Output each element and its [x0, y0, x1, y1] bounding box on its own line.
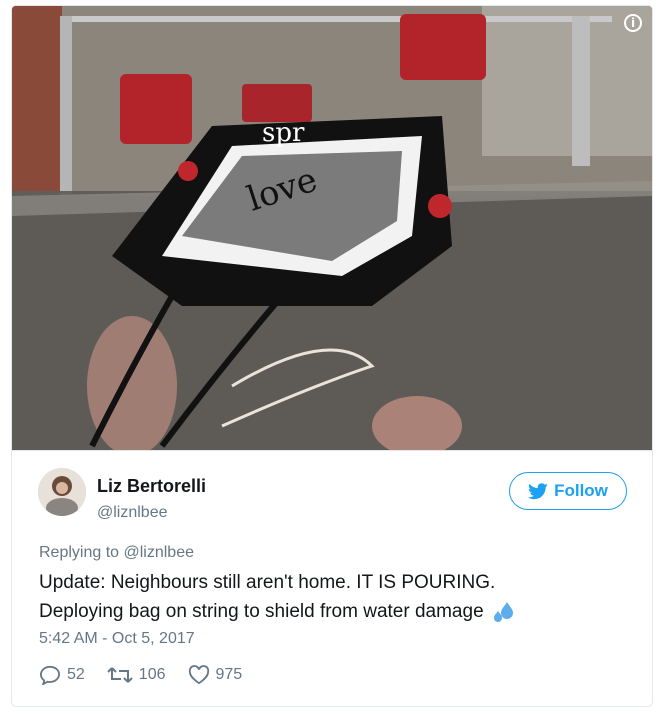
reply-count: 52 — [67, 666, 85, 683]
tweet-text-line-1: Update: Neighbours still aren't home. IT… — [39, 572, 496, 593]
avatar[interactable] — [38, 468, 86, 516]
reply-icon — [39, 665, 61, 685]
display-name[interactable]: Liz Bertorelli — [97, 476, 206, 497]
retweet-action[interactable]: 106 — [107, 665, 166, 685]
tweet-text: Update: Neighbours still aren't home. IT… — [39, 568, 629, 626]
replying-prefix: Replying to — [39, 544, 120, 561]
retweet-icon — [107, 667, 133, 683]
reply-action[interactable]: 52 — [39, 665, 85, 685]
twitter-bird-icon — [528, 482, 548, 499]
tweet-timestamp[interactable]: 5:42 AM - Oct 5, 2017 — [39, 630, 195, 648]
retweet-count: 106 — [138, 666, 166, 683]
heart-icon — [188, 665, 209, 685]
follow-button[interactable]: Follow — [509, 472, 627, 510]
follow-label: Follow — [554, 481, 608, 500]
tweet-photo[interactable]: love spr i — [12, 6, 652, 451]
info-icon[interactable]: i — [624, 14, 642, 32]
reply-mention-link[interactable]: @liznlbee — [124, 544, 195, 561]
tweet-actions: 52 106 975 — [39, 665, 242, 685]
like-action[interactable]: 975 — [188, 665, 243, 685]
like-count: 975 — [215, 666, 243, 683]
user-handle[interactable]: @liznlbee — [97, 504, 168, 522]
svg-text:spr: spr — [262, 118, 305, 148]
tweet-text-line-2: Deploying bag on string to shield from w… — [39, 601, 484, 622]
sweat-droplets-icon — [493, 601, 513, 622]
photo-illustration: love spr — [12, 6, 652, 450]
reply-context: Replying to @liznlbee — [39, 544, 194, 562]
embedded-tweet-card: love spr i Liz Bertorelli @liznlbee Foll… — [11, 5, 653, 707]
avatar-image — [38, 468, 86, 516]
